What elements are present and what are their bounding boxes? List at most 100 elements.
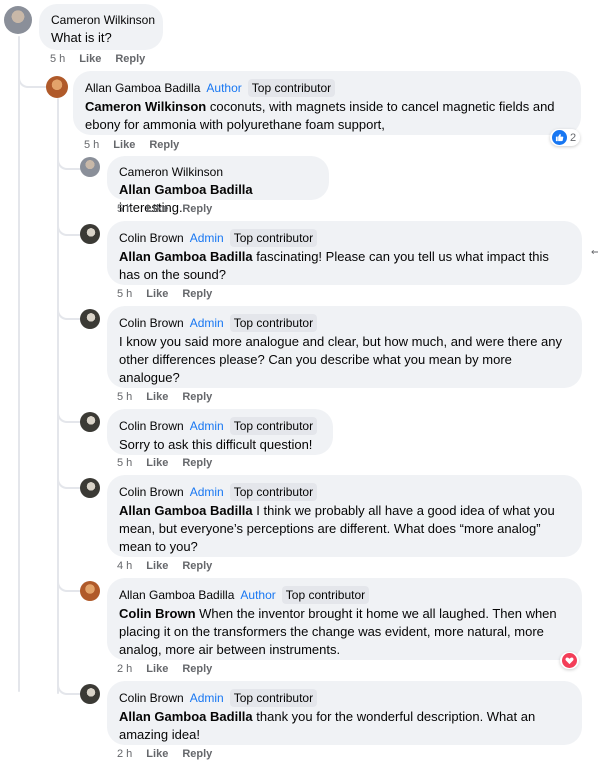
comment-author[interactable]: Allan Gamboa Badilla	[85, 80, 200, 96]
mention-link[interactable]: Allan Gamboa Badilla	[119, 709, 253, 724]
avatar[interactable]	[46, 76, 68, 98]
reply-button[interactable]: Reply	[182, 391, 212, 403]
thread-line-nested	[57, 98, 59, 694]
mention-link[interactable]: Colin Brown	[119, 606, 196, 621]
comment-text: Allan Gamboa Badilla fascinating! Please…	[119, 248, 570, 284]
thread-hook	[57, 471, 81, 489]
avatar[interactable]	[80, 581, 100, 601]
top-contributor-badge: Top contributor	[247, 79, 336, 97]
comment-actions: 2 h Like Reply	[117, 748, 212, 760]
comment-time[interactable]: 4 h	[117, 560, 132, 572]
comment-author[interactable]: Colin Brown	[119, 230, 184, 246]
comment-author[interactable]: Cameron Wilkinson	[51, 12, 155, 28]
comment-actions: 5 h Like Reply	[84, 139, 179, 151]
comment-bubble: Colin Brown Admin Top contributor I know…	[107, 306, 582, 388]
reply-button[interactable]: Reply	[182, 288, 212, 300]
comment-bubble: Cameron Wilkinson What is it?	[39, 4, 163, 50]
comment-text: Sorry to ask this difficult question!	[119, 437, 313, 452]
comment-bubble: Allan Gamboa Badilla Author Top contribu…	[107, 578, 582, 660]
comment-bubble: Colin Brown Admin Top contributor Sorry …	[107, 409, 333, 455]
mention-link[interactable]: Allan Gamboa Badilla	[119, 249, 253, 264]
comment-bubble: Allan Gamboa Badilla Author Top contribu…	[73, 71, 581, 135]
reply-button[interactable]: Reply	[182, 748, 212, 760]
comment-time[interactable]: 5 h	[50, 53, 65, 65]
top-contributor-badge: Top contributor	[281, 586, 370, 604]
like-button[interactable]: Like	[146, 560, 168, 572]
thread-hook	[57, 677, 81, 695]
avatar[interactable]	[80, 412, 100, 432]
avatar[interactable]	[80, 224, 100, 244]
top-contributor-badge: Top contributor	[229, 229, 318, 247]
like-button[interactable]: Like	[146, 663, 168, 675]
comment-actions: 4 h Like Reply	[117, 560, 212, 572]
reply-button[interactable]: Reply	[182, 560, 212, 572]
avatar[interactable]	[80, 684, 100, 704]
comment-actions: 5 h Like Reply	[117, 457, 212, 469]
comment-bubble: Colin Brown Admin Top contributor Allan …	[107, 221, 582, 285]
comment-time[interactable]: 2 h	[117, 663, 132, 675]
comment-bubble: Colin Brown Admin Top contributor Allan …	[107, 681, 582, 745]
like-button[interactable]: Like	[146, 391, 168, 403]
comment-time[interactable]: 5 h	[117, 391, 132, 403]
top-contributor-badge: Top contributor	[229, 314, 318, 332]
reply-button[interactable]: Reply	[182, 203, 212, 215]
thread-hook	[18, 66, 46, 88]
comment-bubble: Cameron Wilkinson Allan Gamboa Badilla i…	[107, 156, 329, 215]
avatar[interactable]	[80, 157, 100, 177]
comment-author[interactable]: Colin Brown	[119, 315, 184, 331]
reaction-summary[interactable]	[560, 652, 579, 669]
thread-hook	[57, 302, 81, 320]
thread-line-main	[18, 36, 20, 692]
reply-button[interactable]: Reply	[182, 663, 212, 675]
comment-time[interactable]: 5 h	[117, 288, 132, 300]
mention-link[interactable]: Cameron Wilkinson	[85, 99, 206, 114]
comment-text: Allan Gamboa Badilla thank you for the w…	[119, 708, 570, 744]
mention-link[interactable]: Allan Gamboa Badilla	[119, 182, 253, 197]
top-contributor-badge: Top contributor	[229, 417, 318, 435]
comment-actions: 5 h Like Reply	[117, 391, 212, 403]
comment-text: I know you said more analogue and clear,…	[119, 334, 562, 385]
like-button[interactable]: Like	[113, 139, 135, 151]
comment-text: Colin Brown When the inventor brought it…	[119, 605, 570, 659]
avatar[interactable]	[4, 6, 32, 34]
reply-button[interactable]: Reply	[149, 139, 179, 151]
reply-button[interactable]: Reply	[115, 53, 145, 65]
heart-icon	[562, 653, 577, 668]
comment-actions: 5 h Like Reply	[117, 288, 212, 300]
scroll-arrow-icon: ⟷	[591, 247, 598, 258]
reaction-summary[interactable]: 2	[550, 129, 581, 146]
comment-actions: 2 h Like Reply	[117, 663, 212, 675]
top-contributor-badge: Top contributor	[229, 689, 318, 707]
like-button[interactable]: Like	[79, 53, 101, 65]
comment-time[interactable]: 2 h	[117, 748, 132, 760]
thread-hook	[57, 218, 81, 236]
reply-button[interactable]: Reply	[182, 457, 212, 469]
reaction-count: 2	[570, 131, 577, 144]
mention-link[interactable]: Allan Gamboa Badilla	[119, 503, 253, 518]
avatar[interactable]	[80, 309, 100, 329]
role-label: Admin	[189, 691, 224, 705]
role-label: Admin	[189, 485, 224, 499]
thread-hook	[57, 152, 81, 170]
like-button[interactable]: Like	[146, 457, 168, 469]
comment-author[interactable]: Cameron Wilkinson	[119, 164, 223, 180]
role-label: Author	[240, 588, 276, 602]
comment-actions: 5 h Like Reply	[50, 53, 145, 65]
thread-hook	[57, 405, 81, 423]
comment-author[interactable]: Allan Gamboa Badilla	[119, 587, 234, 603]
like-button[interactable]: Like	[146, 748, 168, 760]
comment-time[interactable]: 5 h	[84, 139, 99, 151]
comment-time[interactable]: 5 h	[117, 457, 132, 469]
comment-author[interactable]: Colin Brown	[119, 418, 184, 434]
like-button[interactable]: Like	[146, 288, 168, 300]
comment-author[interactable]: Colin Brown	[119, 484, 184, 500]
comment-text: Cameron Wilkinson coconuts, with magnets…	[85, 98, 569, 134]
like-button[interactable]: Like	[146, 203, 168, 215]
avatar[interactable]	[80, 478, 100, 498]
comment-time[interactable]: 5 h	[117, 203, 132, 215]
role-label: Admin	[189, 316, 224, 330]
role-label: Admin	[189, 419, 224, 433]
comment-text: Allan Gamboa Badilla I think we probably…	[119, 502, 570, 556]
thread-hook	[57, 574, 81, 592]
comment-author[interactable]: Colin Brown	[119, 690, 184, 706]
